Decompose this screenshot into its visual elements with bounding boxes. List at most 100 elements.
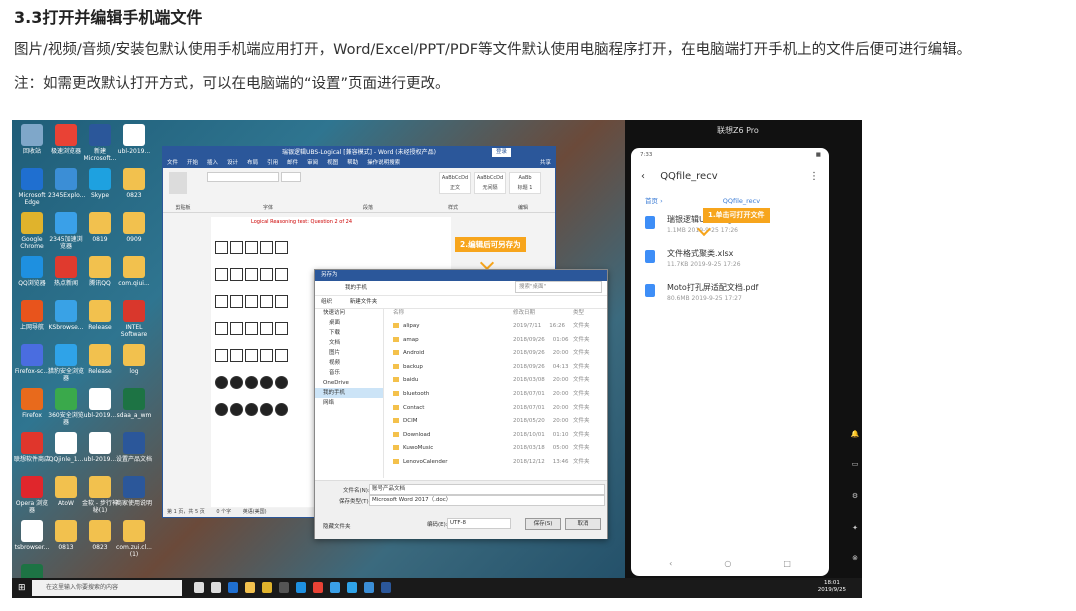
back-icon[interactable]: ‹ — [641, 171, 645, 182]
desktop-icon[interactable]: QQ浏览器 — [14, 256, 50, 287]
col-date[interactable]: 修改日期 — [513, 307, 573, 321]
more-icon[interactable]: ⋮ — [809, 162, 819, 192]
folder-path[interactable]: 我的手机 — [345, 285, 367, 291]
taskbar-app-icon[interactable] — [211, 582, 221, 593]
taskbar-app-icon[interactable] — [262, 582, 272, 593]
taskbar-clock[interactable]: 18:01 2019/9/25 — [818, 580, 846, 594]
folder-row[interactable]: Android 2018/09/26 20:00 文件夹 — [389, 347, 603, 361]
desktop-icon[interactable]: Google Chrome — [14, 212, 50, 250]
word-tab[interactable]: 布局 — [247, 160, 258, 166]
sidebar-item[interactable]: 图片 — [315, 348, 383, 358]
word-tab[interactable]: 操作说明搜索 — [367, 160, 400, 166]
desktop-icon[interactable]: 360安全浏览器 — [48, 388, 84, 426]
desktop-icon[interactable]: 极速浏览器 — [48, 124, 84, 155]
desktop-icon[interactable]: 0819 — [82, 212, 118, 243]
desktop-icon[interactable]: 腾讯QQ — [82, 256, 118, 287]
phone-file-item[interactable]: Moto打孔屏适配文档.pdf 80.6MB 2019-9-25 17:27 — [631, 278, 829, 312]
crumb-current[interactable]: QQfile_recv — [723, 197, 760, 205]
nav-home-icon[interactable]: ○ — [724, 559, 731, 568]
style-swatch[interactable]: AaBbCcDd 正文 — [439, 172, 471, 194]
desktop-icon[interactable]: ubl-2019... — [116, 124, 152, 155]
share-button[interactable]: 共享 — [540, 159, 551, 168]
desktop-icon[interactable]: INTEL Software — [116, 300, 152, 338]
taskbar-app-icon[interactable] — [381, 582, 391, 593]
desktop-icon[interactable]: 热点新闻 — [48, 256, 84, 287]
desktop-icon[interactable]: 商家使用说明 — [116, 476, 152, 507]
desktop-icon[interactable]: Firefox — [14, 388, 50, 419]
desktop-icon[interactable]: sdaa_a_wm — [116, 388, 152, 419]
sidebar-item[interactable]: 音乐 — [315, 368, 383, 378]
taskbar-app-icon[interactable] — [313, 582, 323, 593]
notification-icon[interactable]: 🔔 — [850, 430, 860, 440]
sidebar-item[interactable]: 网络 — [315, 398, 383, 408]
word-tab[interactable]: 审阅 — [307, 160, 318, 166]
desktop-icon[interactable]: 2345Explo... — [48, 168, 85, 199]
folder-row[interactable]: Contact 2018/07/01 20:00 文件夹 — [389, 402, 603, 416]
desktop-icon[interactable]: 联想软件商店 — [14, 432, 50, 463]
taskbar-app-icon[interactable] — [364, 582, 374, 593]
nav-recents-icon[interactable]: □ — [783, 559, 791, 568]
folder-row[interactable]: DCIM 2018/05/20 20:00 文件夹 — [389, 415, 603, 429]
desktop-icon[interactable]: KSbrowse... — [48, 300, 84, 331]
sidebar-item[interactable]: 下载 — [315, 328, 383, 338]
desktop-icon[interactable]: log — [116, 344, 152, 375]
desktop-icon[interactable]: ubl-2019... — [82, 388, 118, 419]
word-tab[interactable]: 插入 — [207, 160, 218, 166]
word-tab[interactable]: 开始 — [187, 160, 198, 166]
filename-input[interactable]: 账号产品文档 — [369, 484, 605, 495]
col-name[interactable]: 名称 — [389, 307, 513, 321]
word-tab[interactable]: 引用 — [267, 160, 278, 166]
windows-start-icon[interactable]: ⊞ — [18, 583, 28, 593]
desktop-icon[interactable]: 0823 — [116, 168, 152, 199]
desktop-icon[interactable]: 2345加速浏览器 — [48, 212, 84, 250]
word-tab[interactable]: 邮件 — [287, 160, 298, 166]
desktop-icon[interactable]: 设置产品文档 — [116, 432, 152, 463]
font-size-select[interactable] — [281, 172, 301, 182]
filetype-select[interactable]: Microsoft Word 2017（.doc） — [369, 495, 605, 506]
cancel-button[interactable]: 取消 — [565, 518, 601, 530]
sidebar-item[interactable]: 桌面 — [315, 318, 383, 328]
organize-button[interactable]: 组织 — [321, 299, 332, 305]
taskbar-app-icon[interactable] — [296, 582, 306, 593]
desktop-icon[interactable]: tsbrowser... — [14, 520, 50, 551]
folder-row[interactable]: backup 2018/09/26 04:13 文件夹 — [389, 361, 603, 375]
new-folder-button[interactable]: 新建文件夹 — [350, 299, 378, 305]
desktop-icon[interactable]: 0823 — [82, 520, 118, 551]
encoding-select[interactable]: UTF-8 — [447, 518, 511, 529]
sidebar-item[interactable]: 快速访问 — [315, 308, 383, 318]
phone-file-item[interactable]: 文件格式聚类.xlsx 11.7KB 2019-9-25 17:26 — [631, 244, 829, 278]
screenshot-icon[interactable]: ▭ — [850, 460, 860, 470]
taskbar-app-icon[interactable] — [330, 582, 340, 593]
desktop-icon[interactable]: Release — [82, 300, 118, 331]
taskbar-app-icon[interactable] — [228, 582, 238, 593]
folder-row[interactable]: baidu 2018/03/08 20:00 文件夹 — [389, 374, 603, 388]
word-tab[interactable]: 视图 — [327, 160, 338, 166]
taskbar-app-icon[interactable] — [347, 582, 357, 593]
desktop-icon[interactable]: 回收站 — [14, 124, 50, 155]
settings-icon[interactable]: ⚙ — [850, 492, 860, 502]
save-button[interactable]: 保存(S) — [525, 518, 561, 530]
pin-icon[interactable]: ✦ — [850, 524, 860, 534]
desktop-icon[interactable]: Opera 浏览器 — [14, 476, 50, 514]
word-tab[interactable]: 设计 — [227, 160, 238, 166]
sidebar-item[interactable]: OneDrive — [315, 378, 383, 388]
style-swatch[interactable]: AaBbCcDd 无间隔 — [474, 172, 506, 194]
hide-folders-toggle[interactable]: 隐藏文件夹 — [323, 522, 351, 530]
sidebar-item[interactable]: 我的手机 — [315, 388, 383, 398]
folder-row[interactable]: KuwoMusic 2018/03/18 05:00 文件夹 — [389, 442, 603, 456]
desktop-icon[interactable]: Release — [82, 344, 118, 375]
desktop-icon[interactable]: 猎豹安全浏览器 — [48, 344, 84, 382]
desktop-icon[interactable]: 上网导航 — [14, 300, 50, 331]
folder-row[interactable]: amap 2018/09/26 01:06 文件夹 — [389, 334, 603, 348]
desktop-icon[interactable]: Skype — [82, 168, 118, 199]
taskbar-app-icon[interactable] — [194, 582, 204, 593]
font-select[interactable] — [207, 172, 279, 182]
login-button[interactable]: 登录 — [491, 148, 511, 157]
desktop-icon[interactable]: 0813 — [48, 520, 84, 551]
desktop-icon[interactable]: QQjinle_1... — [48, 432, 84, 463]
desktop-icon[interactable]: AtoW — [48, 476, 84, 507]
sidebar-item[interactable]: 文档 — [315, 338, 383, 348]
paste-icon[interactable] — [169, 172, 187, 194]
desktop-icon[interactable]: Firefox-sc... — [14, 344, 50, 375]
close-icon[interactable]: ⊗ — [850, 554, 860, 564]
